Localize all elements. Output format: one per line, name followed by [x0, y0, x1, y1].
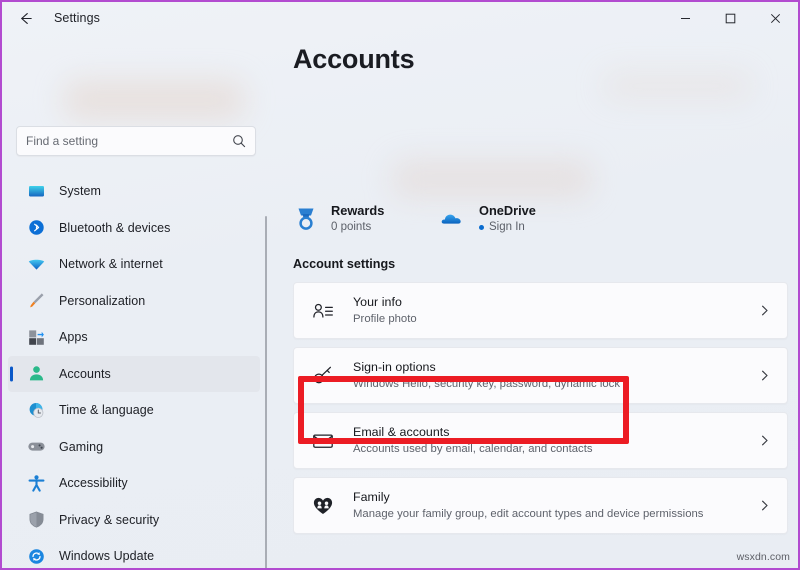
setting-row-sign-in-options[interactable]: Sign-in options Windows Hello, security … [293, 347, 788, 404]
status-dot-icon [479, 224, 484, 230]
envelope-icon [311, 429, 335, 453]
row-title: Email & accounts [353, 425, 450, 439]
window-controls [663, 2, 798, 34]
sidebar-item-accounts[interactable]: Accounts [8, 355, 260, 392]
row-text: Email & accounts Accounts used by email,… [353, 424, 758, 457]
sidebar-item-privacy-security[interactable]: Privacy & security [8, 502, 260, 539]
sidebar-item-label: Time & language [59, 403, 154, 418]
contact-card-icon [311, 299, 335, 323]
bluetooth-icon [27, 218, 46, 237]
sidebar-item-time-language[interactable]: Time & language [8, 392, 260, 429]
search-icon [232, 134, 246, 148]
cloud-icon [441, 205, 467, 233]
onedrive-title: OneDrive [479, 203, 536, 218]
maximize-button[interactable] [708, 2, 753, 34]
chevron-right-icon [758, 369, 771, 382]
setting-row-your-info[interactable]: Your info Profile photo [293, 282, 788, 339]
sidebar-item-bluetooth-devices[interactable]: Bluetooth & devices [8, 210, 260, 247]
background-blur-artifact [602, 72, 752, 100]
sidebar-item-label: Accounts [59, 366, 111, 381]
sidebar-item-label: Accessibility [59, 476, 128, 491]
sidebar-item-accessibility[interactable]: Accessibility [8, 465, 260, 502]
sidebar-item-label: Gaming [59, 439, 104, 454]
settings-window: Settings Accounts Find a setting System … [0, 0, 800, 570]
onedrive-card[interactable]: OneDrive Sign In [441, 202, 536, 235]
sidebar-item-label: Windows Update [59, 549, 155, 564]
page-title: Accounts [293, 44, 415, 74]
rewards-text: Rewards 0 points [331, 202, 384, 235]
title-bar: Settings [2, 2, 798, 34]
apps-grid-icon [27, 328, 46, 347]
row-text: Your info Profile photo [353, 294, 758, 327]
sidebar-item-system[interactable]: System [8, 173, 260, 210]
back-button[interactable] [6, 3, 44, 33]
row-text: Family Manage your family group, edit ac… [353, 489, 758, 522]
row-title: Your info [353, 295, 402, 309]
shield-icon [27, 510, 46, 529]
paintbrush-icon [27, 291, 46, 310]
sidebar-item-network-internet[interactable]: Network & internet [8, 246, 260, 283]
row-title: Sign-in options [353, 360, 436, 374]
medal-icon [293, 205, 319, 233]
sidebar-item-label: Apps [59, 330, 88, 345]
sidebar-nav: System Bluetooth & devices Network & int… [2, 173, 270, 568]
display-monitor-icon [27, 182, 46, 201]
sidebar-item-gaming[interactable]: Gaming [8, 429, 260, 466]
sidebar-item-label: Personalization [59, 293, 146, 308]
sidebar-item-label: System [59, 184, 101, 199]
section-heading: Account settings [293, 257, 396, 271]
sidebar-item-personalization[interactable]: Personalization [8, 283, 260, 320]
row-subtitle: Profile photo [353, 313, 417, 325]
person-icon [27, 364, 46, 383]
search-box[interactable] [16, 126, 256, 156]
row-subtitle: Manage your family group, edit account t… [353, 508, 704, 520]
sidebar-item-windows-update[interactable]: Windows Update [8, 538, 260, 568]
setting-row-family[interactable]: Family Manage your family group, edit ac… [293, 477, 788, 534]
gamepad-icon [27, 437, 46, 456]
refresh-sync-icon [27, 547, 46, 566]
sidebar-scrollbar[interactable] [265, 216, 267, 568]
onedrive-text: OneDrive Sign In [479, 202, 536, 235]
window-title: Settings [54, 11, 100, 25]
rewards-subtitle: 0 points [331, 221, 372, 233]
accessibility-icon [27, 474, 46, 493]
background-blur-artifact [392, 160, 592, 198]
chevron-right-icon [758, 304, 771, 317]
wifi-icon [27, 255, 46, 274]
sidebar-item-label: Privacy & security [59, 512, 160, 527]
account-summary-cards: Rewards 0 points OneDrive Sign In [293, 202, 788, 235]
onedrive-status-text: Sign In [489, 221, 525, 233]
heart-family-icon [311, 494, 335, 518]
row-subtitle: Windows Hello, security key, password, d… [353, 378, 621, 390]
rewards-card[interactable]: Rewards 0 points [293, 202, 441, 235]
back-arrow-icon [17, 10, 34, 27]
minimize-button[interactable] [663, 2, 708, 34]
setting-row-email-accounts[interactable]: Email & accounts Accounts used by email,… [293, 412, 788, 469]
key-icon [311, 364, 335, 388]
row-subtitle: Accounts used by email, calendar, and co… [353, 443, 593, 455]
chevron-right-icon [758, 499, 771, 512]
sidebar-item-apps[interactable]: Apps [8, 319, 260, 356]
sidebar-item-label: Bluetooth & devices [59, 220, 171, 235]
rewards-title: Rewards [331, 203, 385, 218]
onedrive-subtitle: Sign In [479, 219, 536, 235]
row-text: Sign-in options Windows Hello, security … [353, 359, 758, 392]
row-title: Family [353, 490, 390, 504]
clock-globe-icon [27, 401, 46, 420]
sidebar-item-label: Network & internet [59, 257, 163, 272]
chevron-right-icon [758, 434, 771, 447]
search-input[interactable] [26, 134, 232, 148]
sidebar: System Bluetooth & devices [2, 34, 270, 568]
main-content: Rewards 0 points OneDrive Sign In Accoun… [293, 202, 788, 542]
watermark: wsxdn.com [736, 551, 790, 563]
close-button[interactable] [753, 2, 798, 34]
